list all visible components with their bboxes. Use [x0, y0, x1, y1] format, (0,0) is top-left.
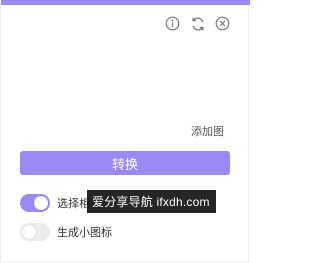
option-label-generate-small-icon: 生成小图标	[57, 227, 112, 239]
option-row-generate-small-icon: 生成小图标	[20, 222, 112, 242]
top-accent-bar	[1, 0, 250, 5]
close-button[interactable]	[214, 15, 231, 32]
toggle-knob	[34, 196, 48, 210]
option-toggle-generate-small-icon[interactable]	[20, 223, 50, 241]
toggle-knob	[22, 225, 36, 239]
convert-button[interactable]: 转换	[20, 151, 230, 175]
watermark-overlay: 爱分享导航 ifxdh.com	[87, 190, 216, 213]
option-toggle-select[interactable]	[20, 194, 50, 212]
option-label-select: 选择相	[57, 198, 90, 210]
refresh-icon	[191, 16, 204, 31]
add-image-link[interactable]: 添加图	[191, 123, 224, 139]
close-icon	[215, 16, 230, 31]
info-icon	[165, 16, 180, 31]
refresh-button[interactable]	[189, 15, 206, 32]
option-row-select: 选择相	[20, 193, 90, 213]
converter-panel: 添加图 转换 选择相 生成小图标 爱分享导航 ifxdh.com	[0, 0, 250, 263]
info-button[interactable]	[164, 15, 181, 32]
